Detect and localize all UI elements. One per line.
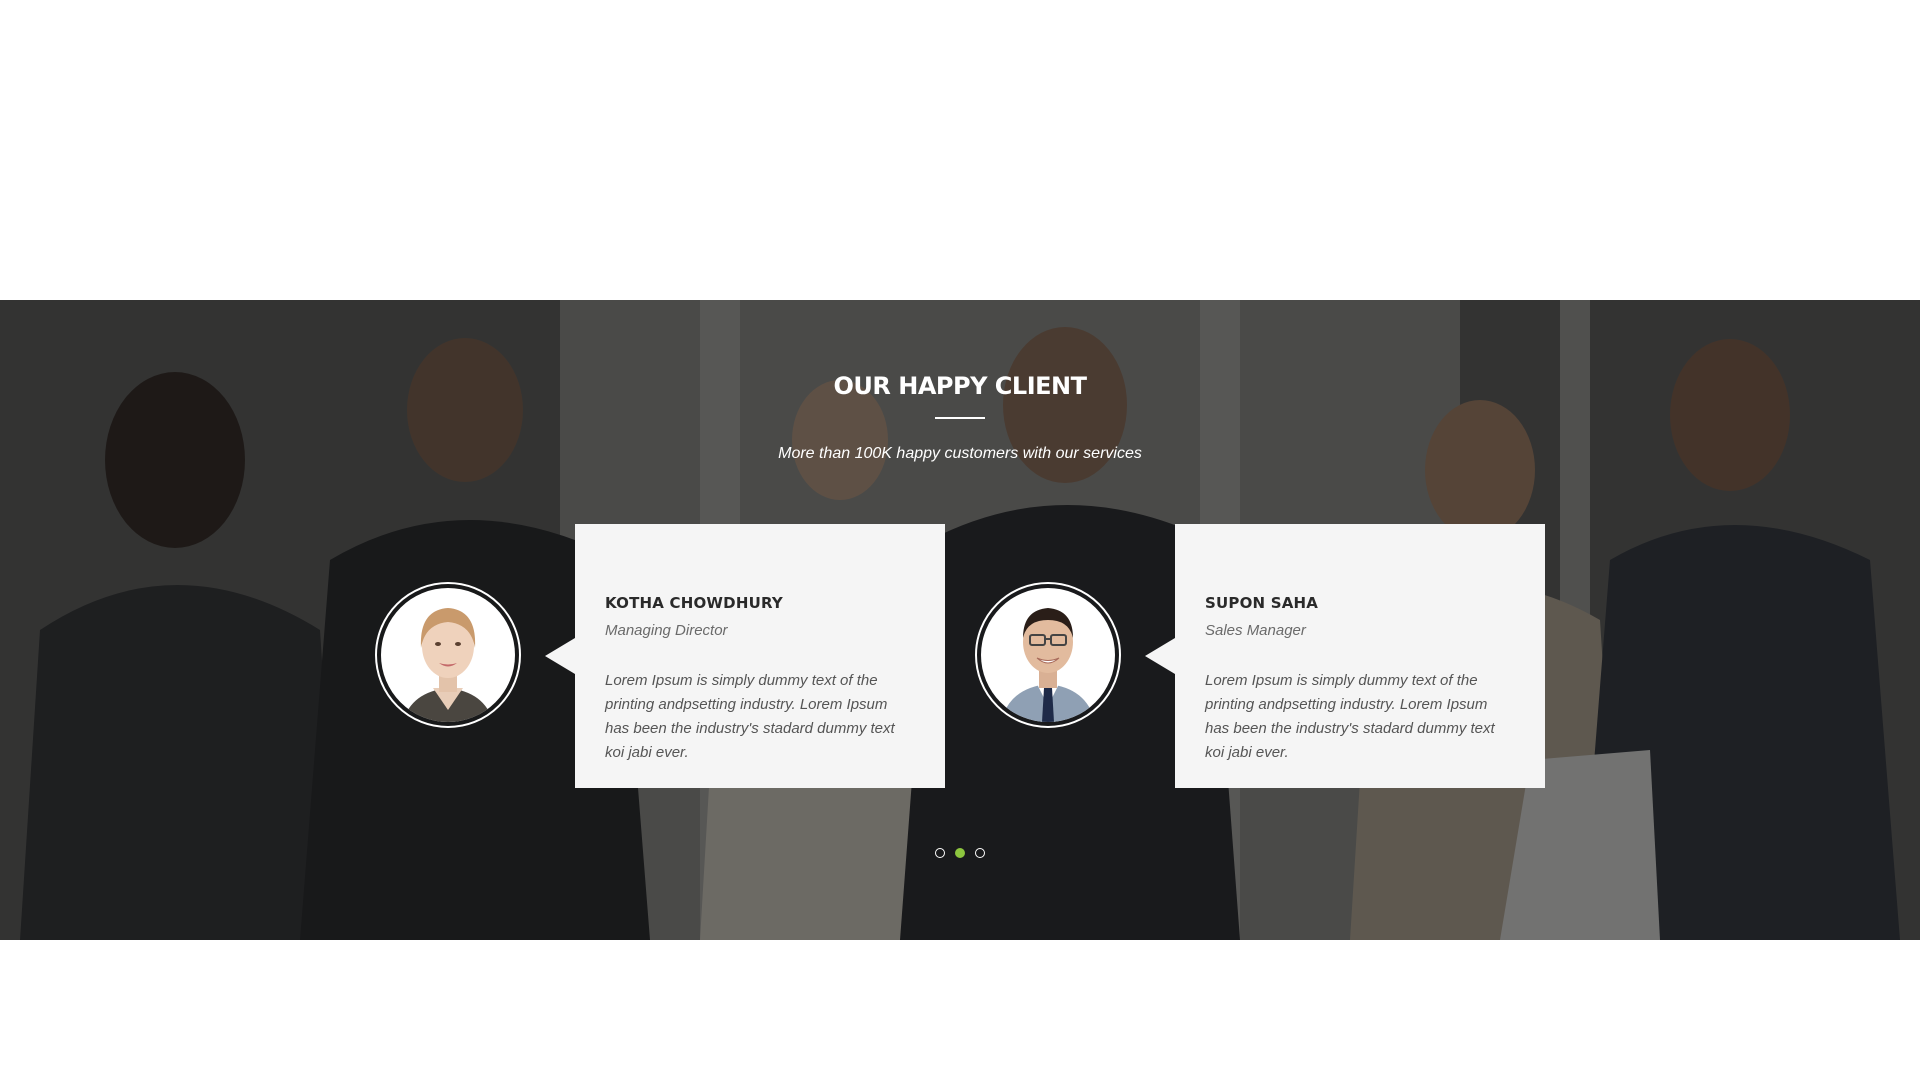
testimonial-card: KOTHA CHOWDHURY Managing Director Lorem … — [575, 524, 945, 788]
client-quote: Lorem Ipsum is simply dummy text of the … — [1205, 672, 1495, 761]
client-name: SUPON SAHA — [1205, 594, 1319, 612]
section-subtitle: More than 100K happy customers with our … — [778, 445, 1142, 462]
man-portrait-glasses-icon — [981, 588, 1115, 722]
testimonial-card-2: SUPON SAHA Sales Manager Lorem Ipsum is … — [975, 524, 1561, 790]
carousel-pagination — [0, 848, 1920, 858]
client-avatar — [375, 582, 521, 728]
testimonial-section: OUR HAPPY CLIENT More than 100K happy cu… — [0, 300, 1920, 940]
carousel-dot-1[interactable] — [935, 848, 945, 858]
page: OUR HAPPY CLIENT More than 100K happy cu… — [0, 0, 1920, 1068]
client-role: Managing Director — [605, 622, 728, 639]
testimonial-card-1: KOTHA CHOWDHURY Managing Director Lorem … — [375, 524, 961, 790]
carousel-dot-2[interactable] — [955, 848, 965, 858]
section-title: OUR HAPPY CLIENT — [833, 372, 1088, 400]
woman-portrait-icon — [381, 588, 515, 722]
client-name: KOTHA CHOWDHURY — [605, 594, 783, 612]
client-avatar — [975, 582, 1121, 728]
carousel-dot-3[interactable] — [975, 848, 985, 858]
testimonial-card: SUPON SAHA Sales Manager Lorem Ipsum is … — [1175, 524, 1545, 788]
client-role: Sales Manager — [1205, 622, 1306, 639]
card-pointer — [1145, 638, 1175, 674]
client-quote: Lorem Ipsum is simply dummy text of the … — [605, 672, 895, 761]
title-divider — [935, 417, 985, 419]
card-pointer — [545, 638, 575, 674]
